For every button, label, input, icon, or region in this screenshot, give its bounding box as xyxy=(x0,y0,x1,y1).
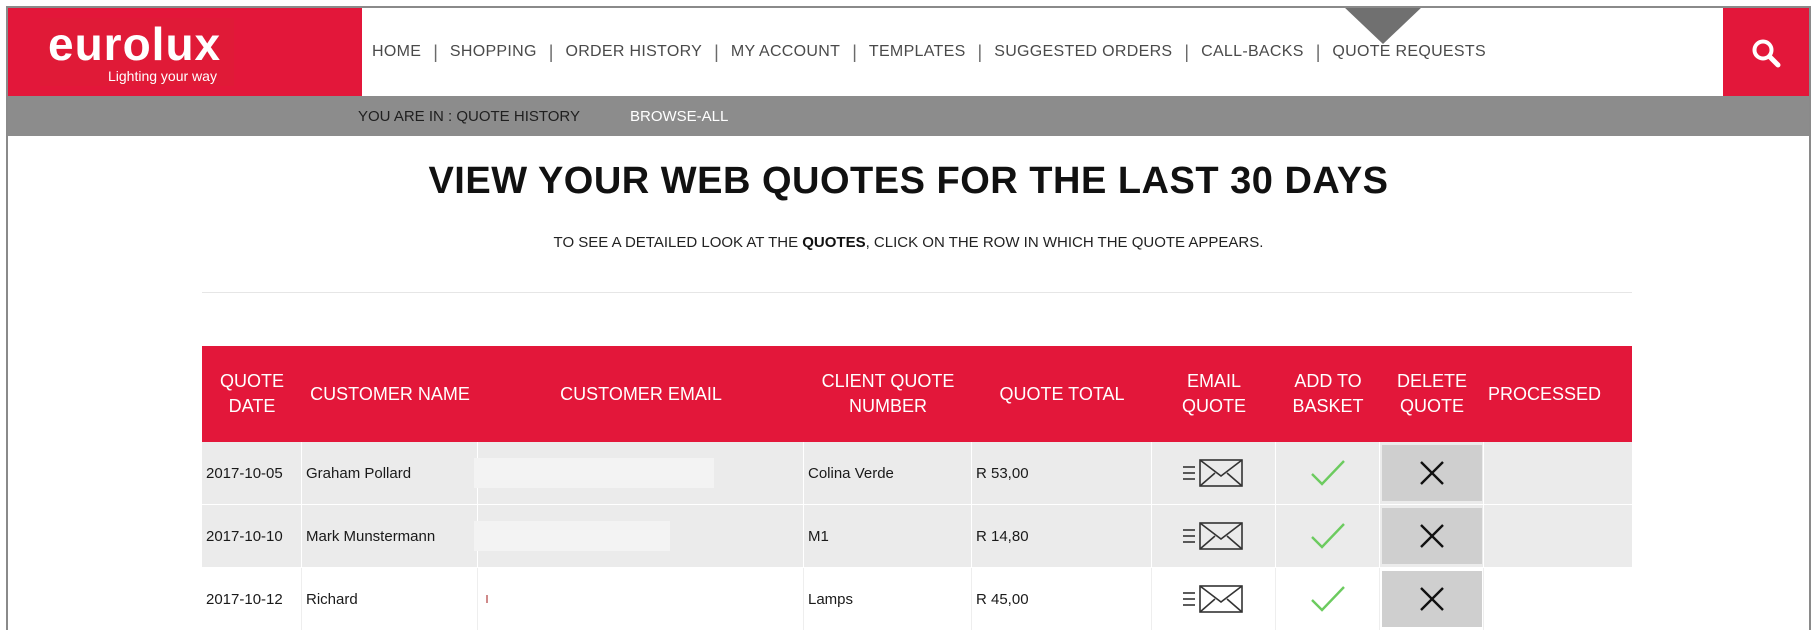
delete-quote-button[interactable] xyxy=(1381,508,1482,564)
cell-customer-name: Graham Pollard xyxy=(302,442,478,504)
header-customer-name: CUSTOMER NAME xyxy=(310,383,470,404)
cell-quote-date: 2017-10-12 xyxy=(202,568,302,630)
cell-quote-total: R 53,00 xyxy=(972,442,1152,504)
delete-quote-button[interactable] xyxy=(1381,571,1482,627)
cell-delete-quote xyxy=(1380,442,1484,504)
subtitle-emphasis: QUOTES xyxy=(802,234,866,251)
cell-email-quote xyxy=(1152,568,1276,630)
table-row[interactable]: 2017-10-05 Graham Pollard Colina Verde R… xyxy=(202,442,1632,505)
cell-add-to-basket xyxy=(1276,505,1380,567)
cell-add-to-basket xyxy=(1276,442,1380,504)
logo-wordmark: eurolux xyxy=(48,18,222,70)
add-to-basket-button[interactable] xyxy=(1308,457,1348,489)
add-to-basket-button[interactable] xyxy=(1308,520,1348,552)
delete-quote-button[interactable] xyxy=(1381,445,1482,501)
email-quote-button[interactable] xyxy=(1181,583,1247,615)
subtitle-text-end: , CLICK ON THE ROW IN WHICH THE QUOTE AP… xyxy=(865,234,1264,251)
cell-client-quote-number: M1 xyxy=(804,505,972,567)
main-nav: HOME | SHOPPING | ORDER HISTORY | MY ACC… xyxy=(372,8,1486,96)
header-add-to-basket: ADD TO BASKET xyxy=(1292,371,1364,416)
cell-customer-name: Mark Munstermann xyxy=(302,505,478,567)
browse-all-link[interactable]: BROWSE-ALL xyxy=(630,108,728,125)
close-icon xyxy=(1419,524,1444,548)
nav-separator: | xyxy=(1184,41,1190,62)
nav-item-templates[interactable]: TEMPLATES xyxy=(869,43,966,61)
page-subtitle: TO SEE A DETAILED LOOK AT THE QUOTES, CL… xyxy=(8,234,1809,251)
checkmark-icon xyxy=(1310,586,1345,612)
cell-email-quote xyxy=(1152,442,1276,504)
nav-separator: | xyxy=(714,41,719,62)
email-icon xyxy=(1182,522,1243,550)
nav-item-quote-requests[interactable]: QUOTE REQUESTS xyxy=(1332,43,1486,61)
cell-delete-quote xyxy=(1380,568,1484,630)
add-to-basket-button[interactable] xyxy=(1308,583,1348,615)
page-frame: eurolux Lighting your way HOME | SHOPPIN… xyxy=(6,6,1811,630)
cell-quote-date: 2017-10-10 xyxy=(202,505,302,567)
breadcrumb: YOU ARE IN : QUOTE HISTORY BROWSE-ALL xyxy=(8,96,1809,136)
email-icon xyxy=(1182,585,1243,613)
cell-client-quote-number: Colina Verde xyxy=(804,442,972,504)
nav-item-order-history[interactable]: ORDER HISTORY xyxy=(565,43,702,61)
nav-separator: | xyxy=(977,41,983,62)
cell-quote-date: 2017-10-05 xyxy=(202,442,302,504)
nav-separator: | xyxy=(433,41,438,62)
header-processed: PROCESSED xyxy=(1488,383,1602,404)
header-customer-email: CUSTOMER EMAIL xyxy=(560,383,722,404)
site-header: eurolux Lighting your way HOME | SHOPPIN… xyxy=(8,8,1809,96)
page-title: VIEW YOUR WEB QUOTES FOR THE LAST 30 DAY… xyxy=(428,160,1389,202)
header-client-quote-number: CLIENT QUOTE NUMBER xyxy=(821,371,955,416)
email-icon xyxy=(1182,459,1243,487)
subtitle-text: TO SEE A DETAILED LOOK AT THE xyxy=(553,234,803,251)
checkmark-icon xyxy=(1310,523,1345,549)
logo[interactable]: eurolux Lighting your way xyxy=(40,18,234,86)
header-email-quote: EMAIL QUOTE xyxy=(1181,371,1246,416)
close-icon xyxy=(1419,461,1444,485)
quotes-table: QUOTE DATE CUSTOMER NAME CUSTOMER EMAIL … xyxy=(202,346,1632,630)
cell-processed xyxy=(1484,505,1600,567)
close-icon xyxy=(1419,587,1444,611)
redacted-email xyxy=(474,521,670,551)
search-button[interactable] xyxy=(1723,8,1809,96)
cell-processed xyxy=(1484,568,1600,630)
logo-area[interactable]: eurolux Lighting your way xyxy=(8,8,362,96)
email-quote-button[interactable] xyxy=(1181,457,1247,489)
nav-item-home[interactable]: HOME xyxy=(372,43,421,61)
email-quote-button[interactable] xyxy=(1181,520,1247,552)
cell-client-quote-number: Lamps xyxy=(804,568,972,630)
header-quote-date: QUOTE DATE xyxy=(219,371,284,416)
redacted-email xyxy=(474,458,714,488)
nav-separator: | xyxy=(852,41,857,62)
active-nav-pointer xyxy=(1343,8,1423,44)
cell-customer-email xyxy=(474,442,804,504)
search-icon xyxy=(1752,39,1781,68)
nav-separator: | xyxy=(548,41,554,62)
table-row[interactable]: 2017-10-10 Mark Munstermann M1 R 14,80 xyxy=(202,505,1632,568)
table-row[interactable]: 2017-10-12 Richard Lamps R 45,00 xyxy=(202,568,1632,630)
cell-customer-email xyxy=(478,568,804,630)
nav-item-my-account[interactable]: MY ACCOUNT xyxy=(731,43,840,61)
nav-separator: | xyxy=(1315,41,1321,62)
nav-item-shopping[interactable]: SHOPPING xyxy=(450,43,537,61)
divider xyxy=(202,292,1632,293)
cell-email-quote xyxy=(1152,505,1276,567)
cell-delete-quote xyxy=(1380,505,1484,567)
cell-customer-email xyxy=(474,505,804,567)
header-delete-quote: DELETE QUOTE xyxy=(1396,371,1468,416)
redacted-email xyxy=(486,595,488,603)
checkmark-icon xyxy=(1310,460,1345,486)
table-header: QUOTE DATE CUSTOMER NAME CUSTOMER EMAIL … xyxy=(202,346,1632,442)
logo-tagline: Lighting your way xyxy=(108,68,217,84)
cell-quote-total: R 14,80 xyxy=(972,505,1152,567)
cell-add-to-basket xyxy=(1276,568,1380,630)
nav-item-call-backs[interactable]: CALL-BACKS xyxy=(1201,43,1304,61)
cell-quote-total: R 45,00 xyxy=(972,568,1152,630)
nav-item-suggested-orders[interactable]: SUGGESTED ORDERS xyxy=(994,43,1172,61)
breadcrumb-label: YOU ARE IN : QUOTE HISTORY xyxy=(358,108,580,125)
cell-customer-name: Richard xyxy=(302,568,478,630)
header-quote-total: QUOTE TOTAL xyxy=(999,383,1125,404)
cell-processed xyxy=(1484,442,1600,504)
